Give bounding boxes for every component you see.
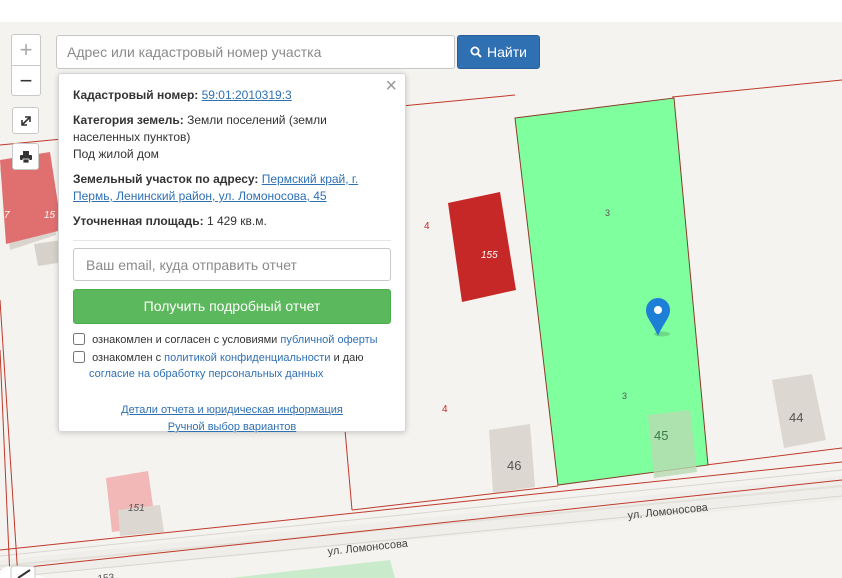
building-label: 15 (44, 210, 56, 221)
privacy-policy-link[interactable]: политикой конфиденциальности (164, 352, 330, 364)
plot-number: 4 (424, 221, 430, 232)
privacy-consent-text-a: ознакомлен с (92, 352, 162, 364)
popup-footer-links: Детали отчета и юридическая информация Р… (73, 402, 391, 436)
zoom-out-button[interactable]: − (12, 66, 40, 96)
zoom-control: + − (11, 34, 41, 96)
privacy-consent-checkbox[interactable] (73, 351, 85, 363)
cadastral-number-link[interactable]: 59:01:2010319:3 (202, 88, 292, 102)
find-button[interactable]: Найти (457, 35, 540, 69)
privacy-consent-text-b: и даю (333, 352, 364, 364)
report-details-link[interactable]: Детали отчета и юридическая информация (73, 402, 391, 419)
cadastral-number-row: Кадастровый номер: 59:01:2010319:3 (73, 87, 391, 104)
top-strip (0, 0, 842, 22)
manual-selection-link[interactable]: Ручной выбор вариантов (73, 419, 391, 436)
area-label: Уточненная площадь: (73, 214, 204, 228)
building-45 (648, 410, 697, 478)
building-label: 45 (654, 428, 668, 443)
building-label: 46 (507, 458, 521, 473)
building-label-partial: 153 (97, 572, 115, 578)
privacy-consent: ознакомлен с политикой конфиденциальност… (73, 350, 391, 382)
offer-consent-checkbox[interactable] (73, 333, 85, 345)
zoom-in-button[interactable]: + (12, 35, 40, 66)
find-button-label: Найти (487, 44, 527, 60)
search-icon (470, 46, 482, 58)
personal-data-consent-link[interactable]: согласие на обработку персональных данны… (89, 368, 323, 380)
email-field[interactable] (73, 248, 391, 281)
area-row: Уточненная площадь: 1 429 кв.м. (73, 213, 391, 230)
building-label: 7 (4, 210, 10, 221)
address-search-input[interactable] (56, 35, 455, 69)
land-category-row: Категория земель: Земли поселений (земли… (73, 112, 391, 163)
plot-number: 3 (622, 391, 627, 401)
plot-number: 4 (442, 404, 448, 415)
category-label: Категория земель: (73, 113, 184, 127)
building-label: 151 (128, 503, 145, 514)
building-label: 155 (481, 250, 498, 261)
divider (73, 240, 391, 241)
print-button[interactable] (12, 143, 39, 170)
offer-consent: ознакомлен и согласен с условиями публич… (73, 332, 391, 348)
building-label: 44 (789, 410, 803, 425)
get-report-button[interactable]: Получить подробный отчет (73, 289, 391, 324)
address-row: Земельный участок по адресу: Пермский кр… (73, 171, 391, 205)
public-offer-link[interactable]: публичной оферты (280, 334, 377, 346)
printer-icon (19, 150, 32, 163)
offer-consent-text: ознакомлен и согласен с условиями (92, 334, 278, 346)
parcel-info-popup: × Кадастровый номер: 59:01:2010319:3 Кат… (58, 73, 406, 433)
plot-number: 3 (605, 208, 610, 218)
area-value: 1 429 кв.м. (206, 214, 267, 228)
expand-arrows-icon (20, 115, 31, 126)
land-purpose: Под жилой дом (73, 147, 159, 161)
address-label: Земельный участок по адресу: (73, 172, 259, 186)
fullscreen-button[interactable] (12, 107, 39, 134)
close-icon[interactable]: × (385, 76, 397, 96)
cadastral-label: Кадастровый номер: (73, 88, 199, 102)
